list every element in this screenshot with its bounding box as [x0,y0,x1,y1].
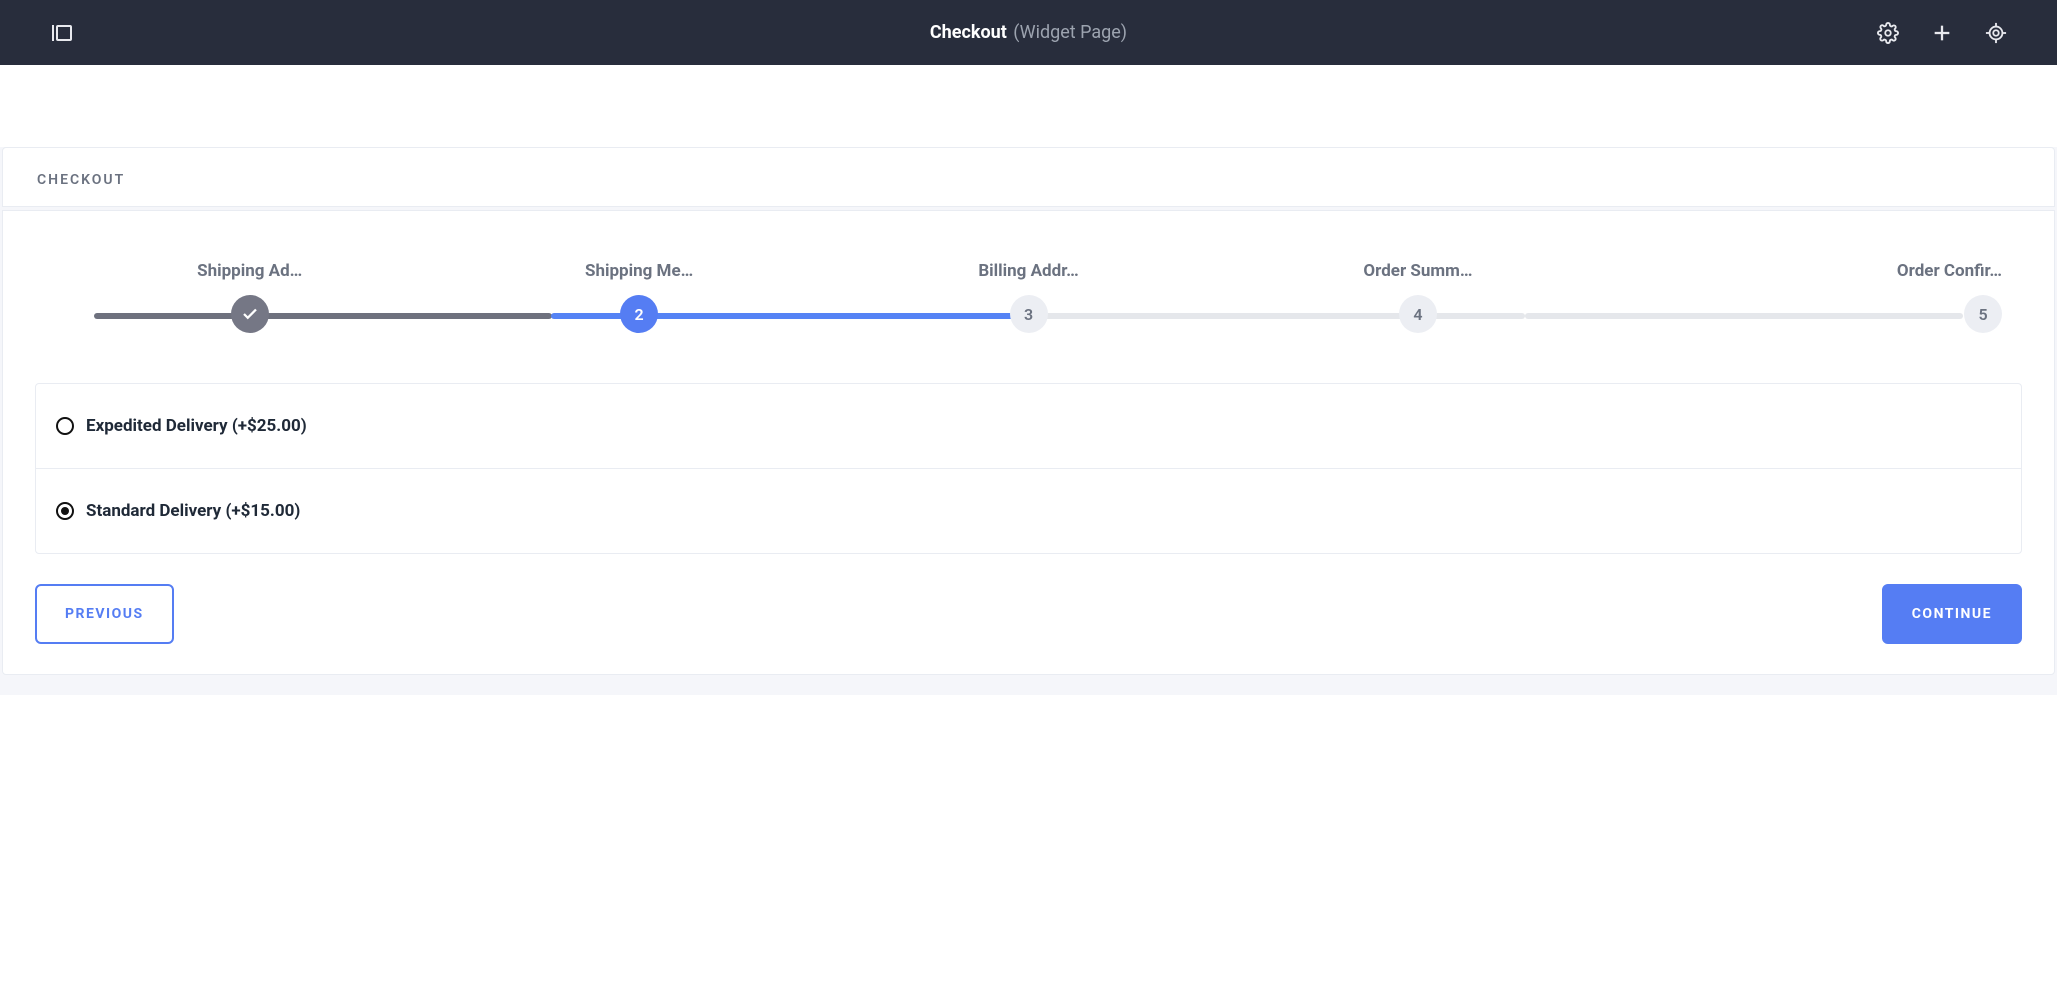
continue-button[interactable]: Continue [1882,584,2022,644]
card-title: CHECKOUT [37,172,2020,188]
step-5-label: Order Confir… [1897,261,2002,281]
sidebar-toggle-icon[interactable] [50,21,74,45]
target-locate-icon[interactable] [1985,22,2007,44]
previous-button[interactable]: Previous [35,584,174,644]
step-3[interactable]: Billing Addr… 3 [834,261,1223,333]
option-expedited-label: Expedited Delivery (+$25.00) [86,416,307,436]
step-5[interactable]: Order Confir… 5 [1613,261,2002,333]
wizard-footer: Previous Continue [35,584,2022,644]
step-1[interactable]: Shipping Ad… [55,261,444,333]
step-3-label: Billing Addr… [978,261,1078,281]
step-2-label: Shipping Me… [585,261,693,281]
add-plus-icon[interactable] [1931,22,1953,44]
radio-icon [56,417,74,435]
stepper-line-4 [1525,313,1963,319]
card-header: CHECKOUT [2,147,2055,207]
step-4-dot: 4 [1399,295,1437,333]
step-2-dot: 2 [620,295,658,333]
top-spacer [0,65,2057,147]
step-1-dot [231,295,269,333]
check-icon [241,305,259,323]
stepper-line-1 [94,313,552,319]
step-3-dot: 3 [1010,295,1048,333]
stepper: Shipping Ad… Shipping Me… 2 Billing Addr… [55,261,2002,333]
option-expedited[interactable]: Expedited Delivery (+$25.00) [36,384,2021,468]
page-area: CHECKOUT Shipping Ad… [0,147,2057,695]
step-2[interactable]: Shipping Me… 2 [444,261,833,333]
app-top-bar: Checkout (Widget Page) [0,0,2057,65]
step-1-label: Shipping Ad… [197,261,302,281]
option-standard[interactable]: Standard Delivery (+$15.00) [36,468,2021,553]
shipping-method-options: Expedited Delivery (+$25.00) Standard De… [35,383,2022,554]
page-title-sub: (Widget Page) [1013,22,1127,43]
page-title-main: Checkout [930,22,1007,43]
step-5-dot: 5 [1964,295,2002,333]
page-title: Checkout (Widget Page) [0,22,2057,43]
step-4-label: Order Summ… [1363,261,1472,281]
settings-gear-icon[interactable] [1877,22,1899,44]
stepper-line-3 [1038,313,1525,319]
card-body: Shipping Ad… Shipping Me… 2 Billing Addr… [2,210,2055,675]
step-4[interactable]: Order Summ… 4 [1223,261,1612,333]
option-standard-label: Standard Delivery (+$15.00) [86,501,300,521]
radio-icon [56,502,74,520]
